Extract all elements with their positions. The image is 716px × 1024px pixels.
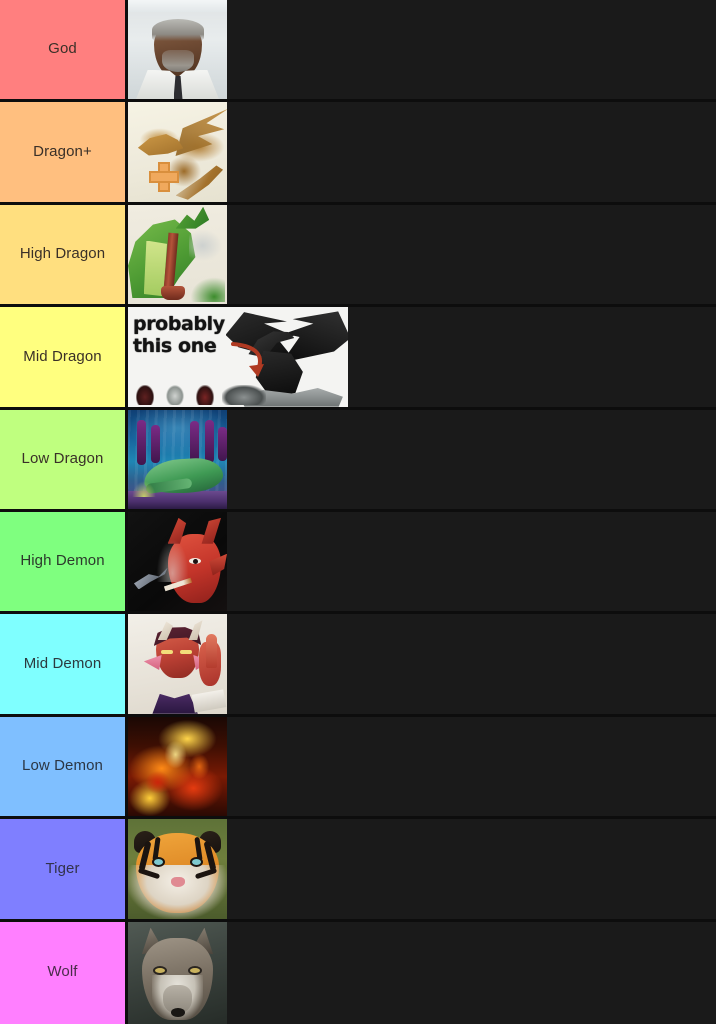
demon-left-eye-shape — [160, 650, 173, 655]
tier-items-high-dragon[interactable] — [128, 204, 716, 305]
green-drawn-dragon-thumbnail[interactable] — [128, 204, 227, 305]
meme-caption: probably this one — [133, 313, 225, 358]
tier-row-mid-demon: Mid Demon — [0, 614, 716, 717]
tier-row-high-demon: High Demon — [0, 511, 716, 615]
tier-item-high-demon-0[interactable] — [128, 511, 227, 612]
tiger-face-thumbnail[interactable] — [128, 819, 227, 919]
wolf-nose-shape — [170, 1007, 185, 1017]
tier-item-mid-demon-0[interactable] — [128, 614, 227, 714]
tiger-nose-shape — [170, 876, 185, 887]
tier-item-dragon-plus-0[interactable] — [128, 102, 227, 202]
tiny-creature-1 — [136, 384, 154, 405]
tier-label-low-dragon[interactable]: Low Dragon — [0, 409, 128, 509]
leaf-shape — [189, 276, 226, 303]
tiger-left-eye-shape — [153, 858, 163, 865]
tier-label-mid-dragon[interactable]: Mid Dragon — [0, 307, 128, 407]
grass-shape — [131, 481, 156, 498]
tier-row-god: God — [0, 0, 716, 103]
demon-right-eye-shape — [180, 650, 193, 655]
tier-item-low-demon-0[interactable] — [128, 716, 227, 817]
tier-row-low-dragon: Low Dragon — [0, 409, 716, 512]
tier-list: God Dragon+ High Dragon Mid Dragon proba… — [0, 0, 716, 1024]
purple-pillar-4 — [205, 419, 215, 464]
gold-dragon-plus-thumbnail[interactable] — [128, 102, 227, 202]
pipe-bowl-shape — [160, 286, 185, 301]
tier-item-low-dragon-0[interactable] — [128, 409, 227, 509]
tier-items-mid-dragon[interactable]: probably this one — [128, 307, 716, 407]
purple-pillar-2 — [150, 425, 160, 464]
beard-shape — [161, 49, 194, 72]
flame-highlights — [128, 716, 227, 817]
tier-items-dragon-plus[interactable] — [128, 102, 716, 202]
purple-pillar-1 — [136, 419, 146, 466]
tier-items-tiger[interactable] — [128, 819, 716, 919]
tier-items-god[interactable] — [128, 0, 716, 100]
tier-label-low-demon[interactable]: Low Demon — [0, 716, 128, 817]
tier-label-dragon-plus[interactable]: Dragon+ — [0, 102, 128, 202]
tier-label-tiger[interactable]: Tiger — [0, 819, 128, 919]
middle-finger-shape — [206, 634, 218, 669]
curved-arrow-icon — [231, 342, 264, 378]
tiny-creatures-row — [134, 379, 266, 405]
purple-pillar-5 — [218, 427, 227, 462]
background-band — [128, 0, 227, 12]
tier-label-god[interactable]: God — [0, 0, 128, 100]
purple-pillar-3 — [190, 421, 200, 464]
dragon-horn-shape — [175, 206, 210, 229]
tier-row-tiger: Tiger — [0, 819, 716, 922]
tier-row-high-dragon: High Dragon — [0, 204, 716, 308]
tier-items-low-demon[interactable] — [128, 716, 716, 817]
tier-items-high-demon[interactable] — [128, 511, 716, 612]
tiny-creature-2 — [166, 384, 184, 405]
tier-item-god-0[interactable] — [128, 0, 227, 100]
tier-row-mid-dragon: Mid Dragon probably this one — [0, 307, 716, 410]
wolf-left-eye-shape — [154, 967, 165, 973]
tier-label-high-demon[interactable]: High Demon — [0, 511, 128, 612]
green-creature-underwater-thumbnail[interactable] — [128, 409, 227, 509]
plus-icon-bar — [148, 171, 179, 184]
probably-this-one-meme-thumbnail[interactable]: probably this one — [128, 307, 348, 407]
tier-item-mid-dragon-0[interactable]: probably this one — [128, 307, 348, 407]
tier-items-mid-demon[interactable] — [128, 614, 716, 714]
tier-item-tiger-0[interactable] — [128, 819, 227, 919]
tiny-creature-3 — [196, 384, 214, 405]
tier-items-low-dragon[interactable] — [128, 409, 716, 509]
hair-shape — [151, 18, 204, 41]
tier-items-wolf[interactable] — [128, 921, 716, 1024]
smoke-shape — [189, 228, 224, 263]
wolf-face-thumbnail[interactable] — [128, 921, 227, 1024]
tier-label-wolf[interactable]: Wolf — [0, 921, 128, 1024]
tier-item-high-dragon-0[interactable] — [128, 204, 227, 305]
tier-row-low-demon: Low Demon — [0, 716, 716, 820]
tier-label-high-dragon[interactable]: High Dragon — [0, 204, 128, 305]
anime-demon-middle-finger-thumbnail[interactable] — [128, 614, 227, 714]
tier-row-dragon-plus: Dragon+ — [0, 102, 716, 205]
tier-label-mid-demon[interactable]: Mid Demon — [0, 614, 128, 714]
wolf-right-eye-shape — [190, 967, 201, 973]
morgan-freeman-thumbnail[interactable] — [128, 0, 227, 100]
tiny-creature-4 — [222, 384, 266, 405]
fire-flames-thumbnail[interactable] — [128, 716, 227, 817]
tier-item-wolf-0[interactable] — [128, 921, 227, 1024]
shirt-cuff-shape — [192, 689, 227, 713]
tier-row-wolf: Wolf — [0, 921, 716, 1024]
red-devil-smoking-thumbnail[interactable] — [128, 511, 227, 612]
